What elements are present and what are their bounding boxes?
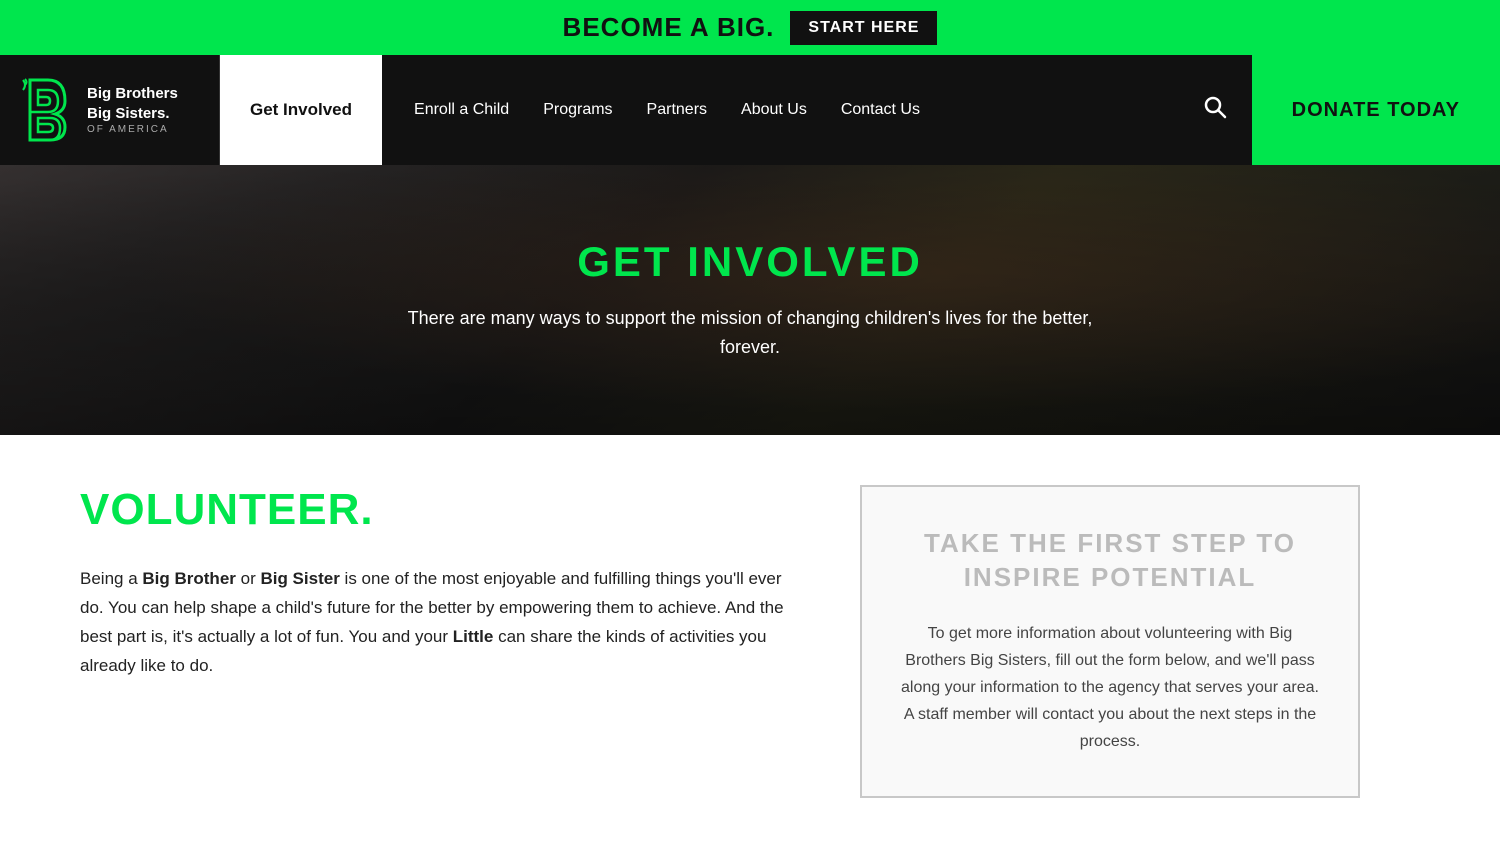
- hero-subtitle: There are many ways to support the missi…: [400, 304, 1100, 362]
- hero-content: GET INVOLVED There are many ways to supp…: [400, 238, 1100, 362]
- logo-text: Big BrothersBig Sisters. OF AMERICA: [87, 84, 178, 136]
- logo-area: Big BrothersBig Sisters. OF AMERICA: [0, 55, 220, 165]
- inspire-title: TAKE THE FIRST STEP TO INSPIRE POTENTIAL: [897, 527, 1323, 595]
- nav-enroll-child[interactable]: Enroll a Child: [402, 101, 521, 119]
- nav-programs[interactable]: Programs: [531, 101, 624, 119]
- logo-main-name: Big BrothersBig Sisters.: [87, 84, 178, 123]
- main-nav: Big BrothersBig Sisters. OF AMERICA Get …: [0, 55, 1500, 165]
- hero-title: GET INVOLVED: [400, 238, 1100, 286]
- big-brother-bold: Big Brother: [142, 569, 236, 588]
- donate-today-button[interactable]: DONATE TODAY: [1252, 55, 1500, 165]
- nav-contact-us[interactable]: Contact Us: [829, 101, 932, 119]
- right-column: TAKE THE FIRST STEP TO INSPIRE POTENTIAL…: [860, 485, 1360, 798]
- left-column: VOLUNTEER. Being a Big Brother or Big Si…: [80, 485, 800, 798]
- logo-sub-name: OF AMERICA: [87, 123, 178, 136]
- start-here-button[interactable]: START HERE: [790, 11, 937, 45]
- big-sister-bold: Big Sister: [260, 569, 339, 588]
- hero-section: GET INVOLVED There are many ways to supp…: [0, 165, 1500, 435]
- search-icon: [1203, 95, 1227, 119]
- become-a-big-text: BECOME A BIG.: [563, 12, 775, 43]
- volunteer-body: Being a Big Brother or Big Sister is one…: [80, 565, 800, 681]
- volunteer-heading: VOLUNTEER.: [80, 485, 800, 535]
- bbbs-logo-icon: [20, 70, 75, 150]
- inspire-body: To get more information about volunteeri…: [897, 620, 1323, 756]
- nav-about-us[interactable]: About Us: [729, 101, 819, 119]
- nav-right: DONATE TODAY: [1178, 55, 1500, 165]
- get-involved-tab[interactable]: Get Involved: [220, 55, 382, 165]
- inspire-panel: TAKE THE FIRST STEP TO INSPIRE POTENTIAL…: [860, 485, 1360, 798]
- little-bold: Little: [453, 627, 494, 646]
- search-button[interactable]: [1178, 95, 1252, 125]
- nav-links: Enroll a Child Programs Partners About U…: [382, 55, 1178, 165]
- main-content: VOLUNTEER. Being a Big Brother or Big Si…: [0, 435, 1500, 848]
- nav-partners[interactable]: Partners: [635, 101, 719, 119]
- top-banner: BECOME A BIG. START HERE: [0, 0, 1500, 55]
